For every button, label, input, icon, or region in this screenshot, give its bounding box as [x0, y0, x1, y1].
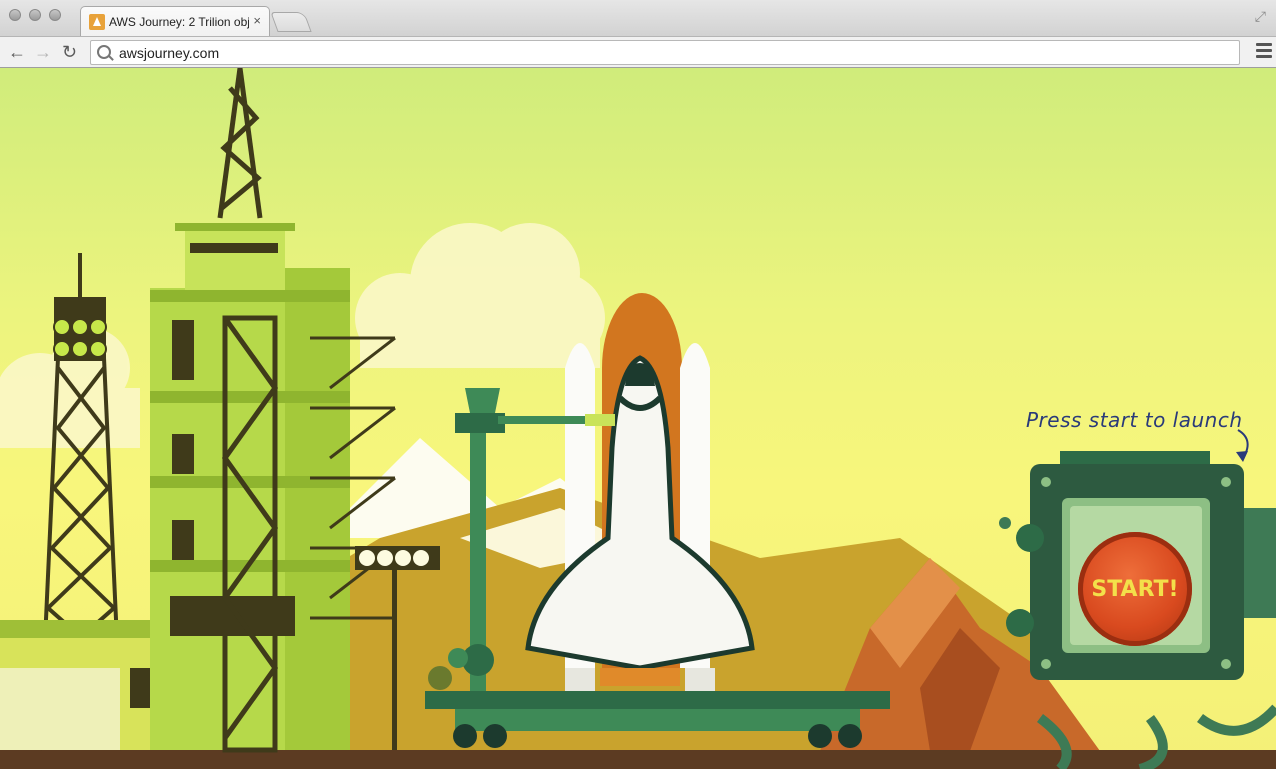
- menu-icon[interactable]: [1256, 43, 1272, 61]
- tab-close-icon[interactable]: ×: [253, 13, 261, 28]
- new-tab-button[interactable]: [270, 12, 312, 32]
- tab-title: AWS Journey: 2 Trilion obje: [109, 15, 249, 29]
- fullscreen-icon[interactable]: ⤢: [1255, 8, 1266, 25]
- tab-strip: AWS Journey: 2 Trilion obje × ⤢: [0, 0, 1276, 36]
- tab-aws-journey[interactable]: AWS Journey: 2 Trilion obje ×: [80, 6, 270, 36]
- reload-button[interactable]: ↻: [62, 41, 77, 63]
- zoom-window-button[interactable]: [49, 9, 61, 21]
- aws-favicon-icon: [89, 14, 105, 30]
- start-button[interactable]: START!: [1078, 532, 1192, 646]
- minimize-window-button[interactable]: [29, 9, 41, 21]
- address-bar[interactable]: awsjourney.com: [90, 40, 1240, 65]
- forward-button[interactable]: →: [34, 41, 52, 63]
- search-icon: [97, 45, 111, 59]
- page-content: Press start to launch START!: [0, 68, 1276, 769]
- start-button-label: START!: [1091, 576, 1179, 602]
- ground: [0, 750, 1276, 769]
- browser-window: AWS Journey: 2 Trilion obje × ⤢ ← → ↻ aw…: [0, 0, 1276, 769]
- floodlights: [53, 297, 107, 361]
- back-button[interactable]: ←: [8, 41, 26, 63]
- url-text: awsjourney.com: [119, 45, 220, 61]
- launch-hint-text: Press start to launch: [1026, 408, 1243, 432]
- close-window-button[interactable]: [9, 9, 21, 21]
- arrow-head-icon: [1236, 451, 1248, 462]
- browser-toolbar: ← → ↻ awsjourney.com: [0, 36, 1276, 68]
